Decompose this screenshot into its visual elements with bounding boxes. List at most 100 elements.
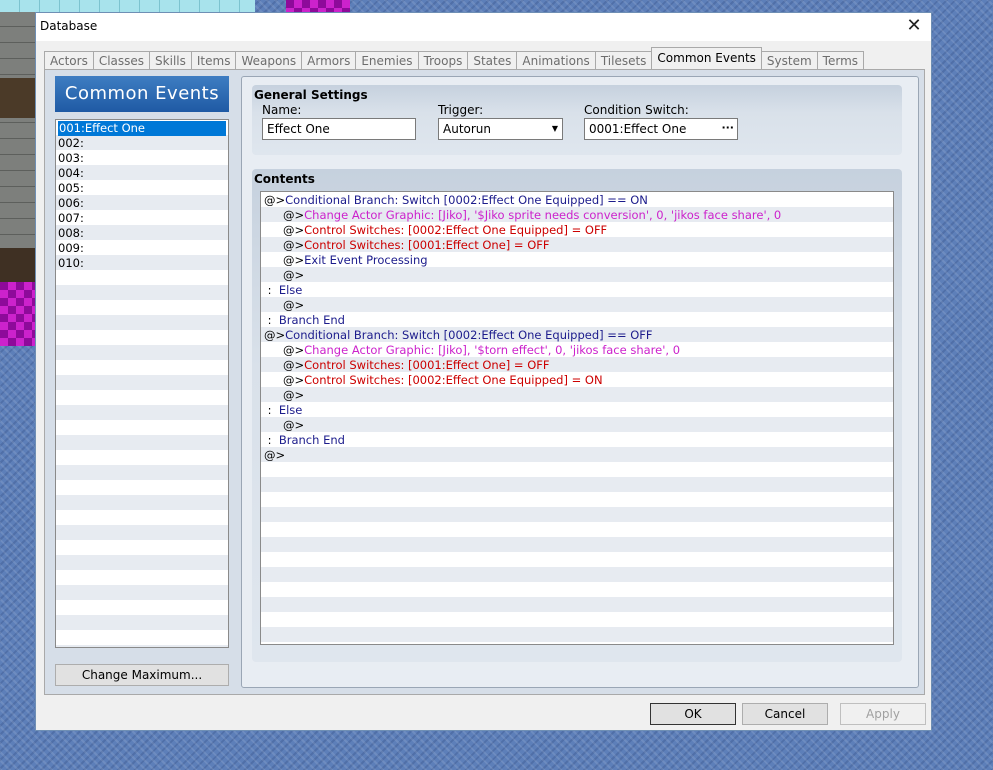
event-command-row[interactable]: @>Exit Event Processing [261,253,893,268]
event-command-row[interactable]: @>Change Actor Graphic: [Jiko], '$Jiko s… [261,208,893,223]
command-prefix: @> [283,388,305,402]
common-events-list[interactable]: 001:Effect One 002: 003: 004: 005: 006: 007: 00… [55,119,229,648]
list-item[interactable]: 003: [56,151,228,166]
name-field[interactable]: Effect One [262,118,416,140]
command-text: Else [278,403,303,417]
command-prefix: : [264,283,279,297]
condition-switch-value: 0001:Effect One [589,122,687,136]
event-commands-list[interactable]: @>Conditional Branch: Switch [0002:Effec… [260,191,894,645]
tab-items[interactable]: Items [190,51,237,69]
command-text: Control Switches: [0002:Effect One Equip… [304,223,608,237]
tab-enemies[interactable]: Enemies [355,51,419,69]
list-item[interactable]: 004: [56,166,228,181]
tab-troops[interactable]: Troops [417,51,469,69]
event-command-row[interactable]: @>Conditional Branch: Switch [0002:Effec… [261,193,893,208]
event-command-row[interactable]: @>Control Switches: [0001:Effect One] = … [261,358,893,373]
condition-switch-field[interactable]: 0001:Effect One ··· [584,118,738,140]
list-item[interactable]: 005: [56,181,228,196]
window-title: Database [40,19,98,33]
command-text: Branch End [278,433,345,447]
tab-states[interactable]: States [467,51,518,69]
command-prefix: @> [264,448,286,462]
close-icon[interactable]: ✕ [905,17,923,35]
list-item[interactable]: 006: [56,196,228,211]
tab-actors[interactable]: Actors [44,51,94,69]
common-events-header: Common Events [55,76,229,112]
background-map-tile [286,0,350,12]
tab-classes[interactable]: Classes [92,51,151,69]
list-item[interactable]: 010: [56,256,228,271]
trigger-label: Trigger: [438,103,484,117]
tab-system[interactable]: System [760,51,818,69]
event-command-row[interactable]: @>Control Switches: [0001:Effect One] = … [261,238,893,253]
tab-bar: Actors Classes Skills Items Weapons Armors Ene… [44,47,865,69]
background-map-tile [0,248,36,282]
event-command-row[interactable]: @> [261,298,893,313]
command-text: Change Actor Graphic: [Jiko], '$torn eff… [304,343,681,357]
event-command-row[interactable]: @>Change Actor Graphic: [Jiko], '$torn e… [261,343,893,358]
event-command-row[interactable]: : Else [261,403,893,418]
event-command-row[interactable]: @> [261,448,893,463]
command-text: Exit Event Processing [304,253,428,267]
list-item[interactable]: 009: [56,241,228,256]
command-text: Change Actor Graphic: [Jiko], '$Jiko spr… [304,208,782,222]
title-bar[interactable]: Database ✕ [36,13,931,41]
background-map-tile [0,78,36,118]
trigger-value: Autorun [443,122,492,136]
database-window: Database ✕ Actors Classes Skills Items Weapo… [35,12,932,731]
tab-skills[interactable]: Skills [149,51,192,69]
event-command-row[interactable]: @>Control Switches: [0002:Effect One Equ… [261,223,893,238]
command-prefix: @> [283,268,305,282]
tab-armors[interactable]: Armors [301,51,357,69]
background-map-tile [0,12,36,282]
general-settings-group: General Settings Name: Effect One Trigge… [252,85,902,155]
contents-title: Contents [254,172,315,186]
event-command-row[interactable]: @> [261,418,893,433]
change-maximum-button[interactable]: Change Maximum... [55,664,229,686]
event-detail-panel: General Settings Name: Effect One Trigge… [241,76,919,688]
chevron-down-icon: ▼ [551,124,558,133]
event-command-row[interactable]: @> [261,388,893,403]
list-item[interactable]: 007: [56,211,228,226]
contents-group: Contents @>Conditional Branch: Switch [0… [252,169,902,662]
command-prefix: : [264,313,279,327]
command-text: Control Switches: [0001:Effect One] = OF… [304,238,550,252]
list-item[interactable]: 001:Effect One [58,121,226,136]
trigger-select[interactable]: Autorun ▼ [438,118,563,140]
event-command-row[interactable]: @> [261,268,893,283]
ellipsis-icon[interactable]: ··· [721,118,734,138]
apply-button[interactable]: Apply [840,703,926,725]
tab-weapons[interactable]: Weapons [235,51,303,69]
tab-content-frame: Common Events 001:Effect One 002: 003: 004:… [44,69,925,695]
cancel-button[interactable]: Cancel [742,703,828,725]
command-prefix: @> [264,193,286,207]
ok-button[interactable]: OK [650,703,736,725]
background-map-tile [0,282,36,346]
background-map-tile [0,0,255,12]
event-command-row[interactable]: : Else [261,283,893,298]
command-text: Control Switches: [0002:Effect One Equip… [304,373,603,387]
command-text: Else [278,283,303,297]
event-command-row[interactable]: : Branch End [261,433,893,448]
list-item[interactable]: 002: [56,136,228,151]
command-prefix: @> [283,208,305,222]
name-label: Name: [262,103,302,117]
command-prefix: @> [283,343,305,357]
command-prefix: @> [283,238,305,252]
command-prefix: @> [283,358,305,372]
command-text: Control Switches: [0001:Effect One] = OF… [304,358,550,372]
command-prefix: @> [283,223,305,237]
event-command-row[interactable]: @>Conditional Branch: Switch [0002:Effec… [261,328,893,343]
command-prefix: @> [283,298,305,312]
command-prefix: : [264,403,279,417]
list-item[interactable]: 008: [56,226,228,241]
command-prefix: @> [264,328,286,342]
tab-terms[interactable]: Terms [816,51,865,69]
tab-tilesets[interactable]: Tilesets [594,51,653,69]
tab-common-events[interactable]: Common Events [651,47,762,69]
tab-animations[interactable]: Animations [516,51,596,69]
general-settings-title: General Settings [254,88,368,102]
event-command-row[interactable]: @>Control Switches: [0002:Effect One Equ… [261,373,893,388]
command-prefix: : [264,433,279,447]
event-command-row[interactable]: : Branch End [261,313,893,328]
